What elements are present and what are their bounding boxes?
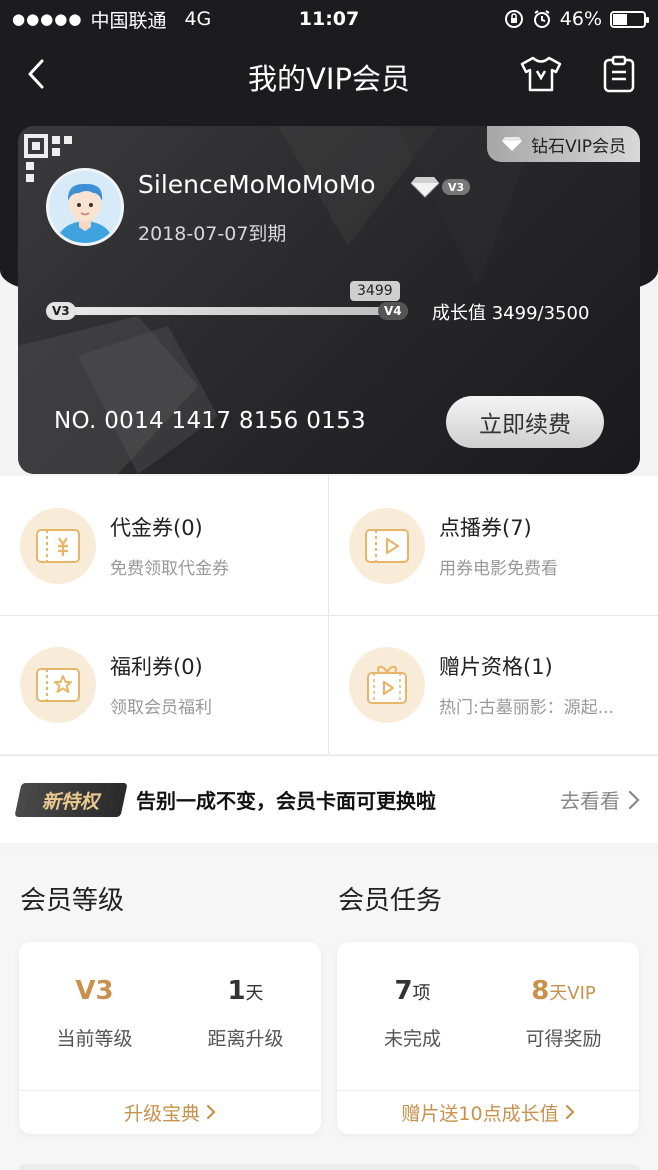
- gift-film-icon: [349, 646, 425, 723]
- battery-percent: 46%: [559, 8, 602, 30]
- stat-value: 7: [394, 976, 413, 1006]
- stat-value: 1: [227, 976, 246, 1006]
- upgrade-guide-label: 升级宝典: [123, 1102, 200, 1125]
- avatar[interactable]: [46, 168, 124, 246]
- growth-progress-bar: [48, 307, 408, 315]
- network-label: 4G: [184, 8, 212, 30]
- coupon-subtitle: 领取会员福利: [110, 698, 212, 718]
- stat-unit: 项: [412, 983, 431, 1004]
- coupon-title: 福利券(0): [110, 655, 203, 679]
- gift-film-task-link[interactable]: 赠片送10点成长值: [337, 1090, 639, 1134]
- vip-card: 钻石VIP会员 SilenceMoMoMoMo V3 2018-07-07到期 …: [18, 126, 640, 474]
- upgrade-guide-link[interactable]: 升级宝典: [19, 1090, 321, 1134]
- alarm-icon: [533, 10, 550, 28]
- stat-label: 当前等级: [56, 1028, 133, 1050]
- chevron-right-icon: [628, 790, 640, 809]
- card-number: NO. 0014 1417 8156 0153: [54, 408, 366, 434]
- go-see-label: 去看看: [560, 789, 620, 813]
- member-tasks-title: 会员任务: [338, 886, 443, 916]
- tshirt-icon: [520, 56, 562, 92]
- chevron-right-icon: [206, 1104, 216, 1120]
- coupon-subtitle: 用券电影免费看: [439, 559, 558, 579]
- user-avatar-icon: [49, 171, 121, 243]
- coupon-subtitle: 免费领取代金券: [110, 559, 229, 579]
- new-privilege-banner[interactable]: 新特权 告别一成不变，会员卡面可更换啦 去看看: [0, 755, 658, 843]
- coupon-title: 点播券(7): [439, 516, 532, 540]
- incomplete-tasks-stat: 7项 未完成: [337, 976, 488, 1051]
- play-ticket-icon: [349, 507, 425, 584]
- diamond-icon: [410, 177, 440, 198]
- stat-value: 8: [531, 976, 550, 1006]
- progress-to-level: V4: [378, 302, 408, 320]
- expire-date: 2018-07-07到期: [138, 223, 287, 245]
- yuan-ticket-icon: [20, 507, 96, 584]
- vip-tier-tag: 钻石VIP会员: [487, 126, 640, 162]
- username: SilenceMoMoMoMo: [138, 170, 376, 199]
- card-skin-button[interactable]: [516, 52, 566, 96]
- clipboard-icon: [603, 55, 635, 93]
- current-level-stat: V3 当前等级: [19, 976, 170, 1051]
- growth-progress-fill: [48, 307, 408, 315]
- nav-bar: 我的VIP会员: [0, 38, 658, 110]
- battery-icon: [610, 10, 649, 28]
- coupon-gift-film[interactable]: 赠片资格(1) 热门:古墓丽影：源起...: [329, 615, 658, 754]
- rotation-lock-icon: [504, 10, 523, 28]
- stat-label: 未完成: [383, 1028, 441, 1050]
- coupon-title: 赠片资格(1): [439, 655, 553, 679]
- chevron-right-icon: [565, 1104, 575, 1120]
- user-level-label: V3: [442, 179, 471, 195]
- member-tasks-panel: 7项 未完成 8天VIP 可得奖励 赠片送10点成长值: [337, 942, 639, 1134]
- go-see-link[interactable]: 去看看: [560, 785, 640, 814]
- member-level-panel: V3 当前等级 1天 距离升级 升级宝典: [19, 942, 321, 1134]
- member-section: 会员等级 会员任务 V3 当前等级 1天 距离升级 升级宝典 7项 未完成 8天…: [0, 854, 658, 1170]
- progress-bubble: 3499: [350, 281, 400, 301]
- stat-unit: 天VIP: [549, 983, 596, 1004]
- next-section-edge: [18, 1164, 640, 1170]
- new-privilege-badge: 新特权: [14, 782, 128, 817]
- stat-unit: 天: [245, 983, 264, 1004]
- orders-button[interactable]: [594, 52, 644, 96]
- signal-icon: ●●●●●: [12, 10, 83, 28]
- status-bar: ●●●●● 中国联通 4G 11:07 46%: [0, 0, 658, 38]
- star-ticket-icon: [20, 646, 96, 723]
- coupon-vod[interactable]: 点播券(7) 用券电影免费看: [329, 476, 658, 615]
- coupon-grid: 代金券(0) 免费领取代金券 点播券(7) 用券电影免费看 福利券(0) 领取会…: [0, 476, 658, 754]
- carrier-label: 中国联通: [90, 9, 167, 32]
- renew-button[interactable]: 立即续费: [446, 396, 604, 448]
- reward-stat: 8天VIP 可得奖励: [488, 976, 639, 1051]
- coupon-title: 代金券(0): [110, 516, 203, 540]
- days-to-upgrade-stat: 1天 距离升级: [170, 976, 321, 1051]
- member-level-title: 会员等级: [20, 886, 125, 916]
- growth-value: 成长值 3499/3500: [432, 303, 590, 324]
- coupon-cash[interactable]: 代金券(0) 免费领取代金券: [0, 476, 329, 615]
- user-level-badge: V3: [410, 176, 471, 198]
- stat-value: V3: [75, 976, 114, 1006]
- grid-divider: [0, 615, 658, 616]
- gift-film-task-label: 赠片送10点成长值: [401, 1102, 559, 1125]
- stat-label: 距离升级: [207, 1028, 284, 1050]
- new-privilege-badge-label: 新特权: [42, 790, 100, 812]
- vip-tier-label: 钻石VIP会员: [531, 136, 626, 157]
- progress-from-level: V3: [46, 302, 76, 320]
- stat-label: 可得奖励: [525, 1028, 602, 1050]
- diamond-icon: [502, 137, 523, 151]
- new-privilege-text: 告别一成不变，会员卡面可更换啦: [136, 789, 436, 813]
- coupon-subtitle: 热门:古墓丽影：源起...: [439, 698, 614, 718]
- coupon-welfare[interactable]: 福利券(0) 领取会员福利: [0, 615, 329, 754]
